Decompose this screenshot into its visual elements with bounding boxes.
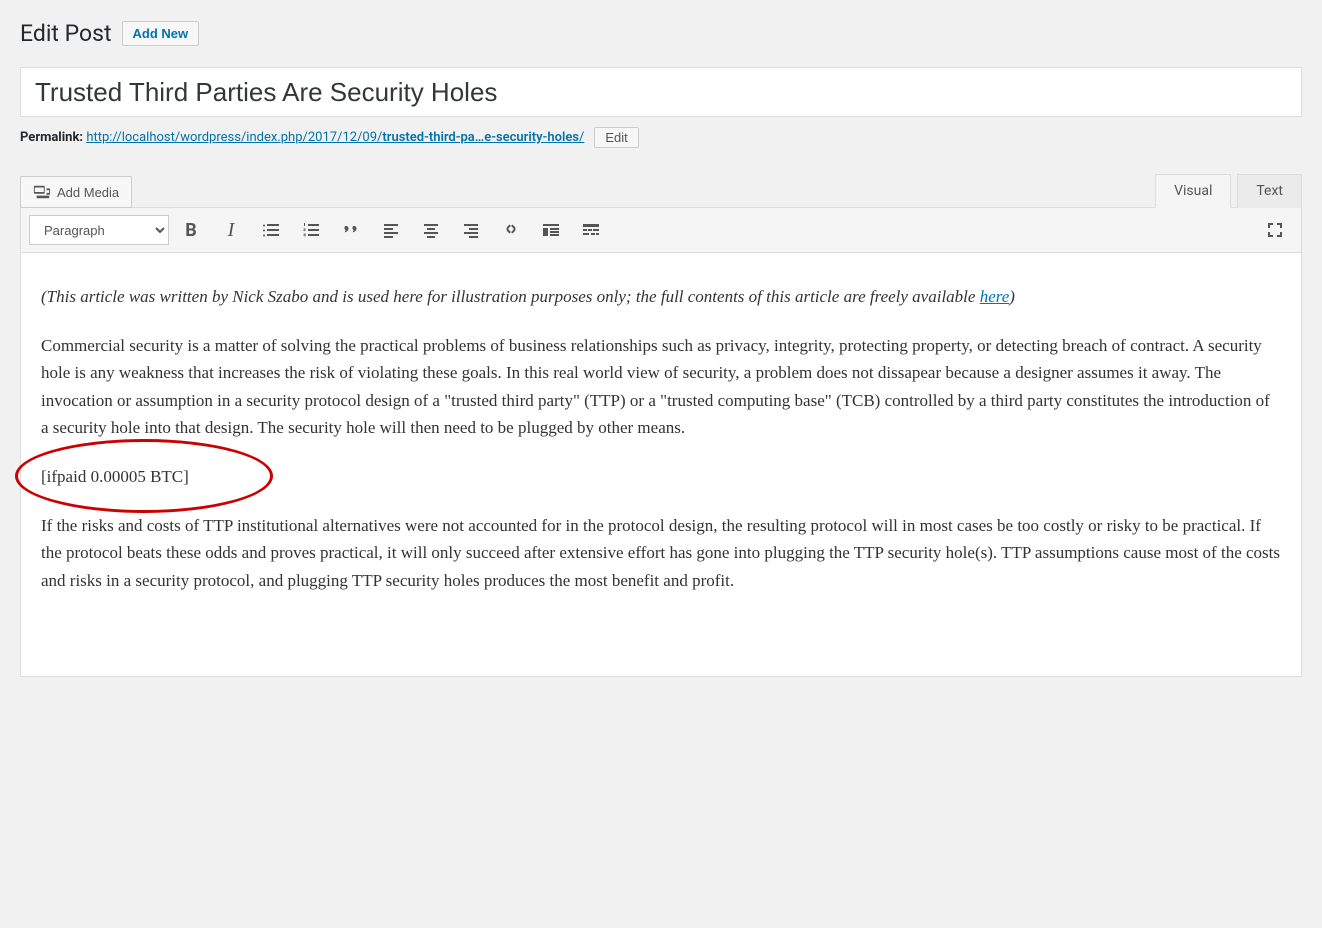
permalink-link[interactable]: http://localhost/wordpress/index.php/201… (86, 130, 584, 145)
editor-tabs: Visual Text (1155, 174, 1302, 208)
fullscreen-button[interactable] (1257, 214, 1293, 246)
link-button[interactable] (493, 214, 529, 246)
permalink-edit-button[interactable]: Edit (594, 127, 638, 148)
editor-content[interactable]: (This article was written by Nick Szabo … (21, 253, 1301, 676)
shortcode-line[interactable]: [ifpaid 0.00005 BTC] (41, 463, 1281, 490)
tab-visual[interactable]: Visual (1155, 174, 1231, 208)
media-icon (33, 183, 51, 201)
tab-text[interactable]: Text (1237, 174, 1302, 208)
blockquote-button[interactable] (333, 214, 369, 246)
body-paragraph-2[interactable]: If the risks and costs of TTP institutio… (41, 512, 1281, 594)
add-new-button[interactable]: Add New (122, 21, 200, 46)
italic-button[interactable]: I (213, 214, 249, 246)
editor-container: Paragraph B I (20, 207, 1302, 677)
permalink-row: Permalink: http://localhost/wordpress/in… (20, 117, 1302, 166)
align-left-button[interactable] (373, 214, 409, 246)
add-media-button[interactable]: Add Media (20, 176, 132, 208)
intro-paragraph[interactable]: (This article was written by Nick Szabo … (41, 283, 1281, 310)
align-right-button[interactable] (453, 214, 489, 246)
read-more-button[interactable] (533, 214, 569, 246)
align-center-button[interactable] (413, 214, 449, 246)
permalink-label: Permalink: (20, 130, 83, 145)
format-select[interactable]: Paragraph (29, 215, 169, 245)
page-title: Edit Post (20, 20, 112, 47)
body-paragraph-1[interactable]: Commercial security is a matter of solvi… (41, 332, 1281, 441)
intro-link[interactable]: here (980, 287, 1010, 306)
page-header: Edit Post Add New (20, 20, 1302, 47)
numbered-list-button[interactable] (293, 214, 329, 246)
bold-button[interactable]: B (173, 214, 209, 246)
toolbar-toggle-button[interactable] (573, 214, 609, 246)
post-title-input[interactable] (20, 67, 1302, 117)
editor-toolbar: Paragraph B I (21, 208, 1301, 253)
bullet-list-button[interactable] (253, 214, 289, 246)
